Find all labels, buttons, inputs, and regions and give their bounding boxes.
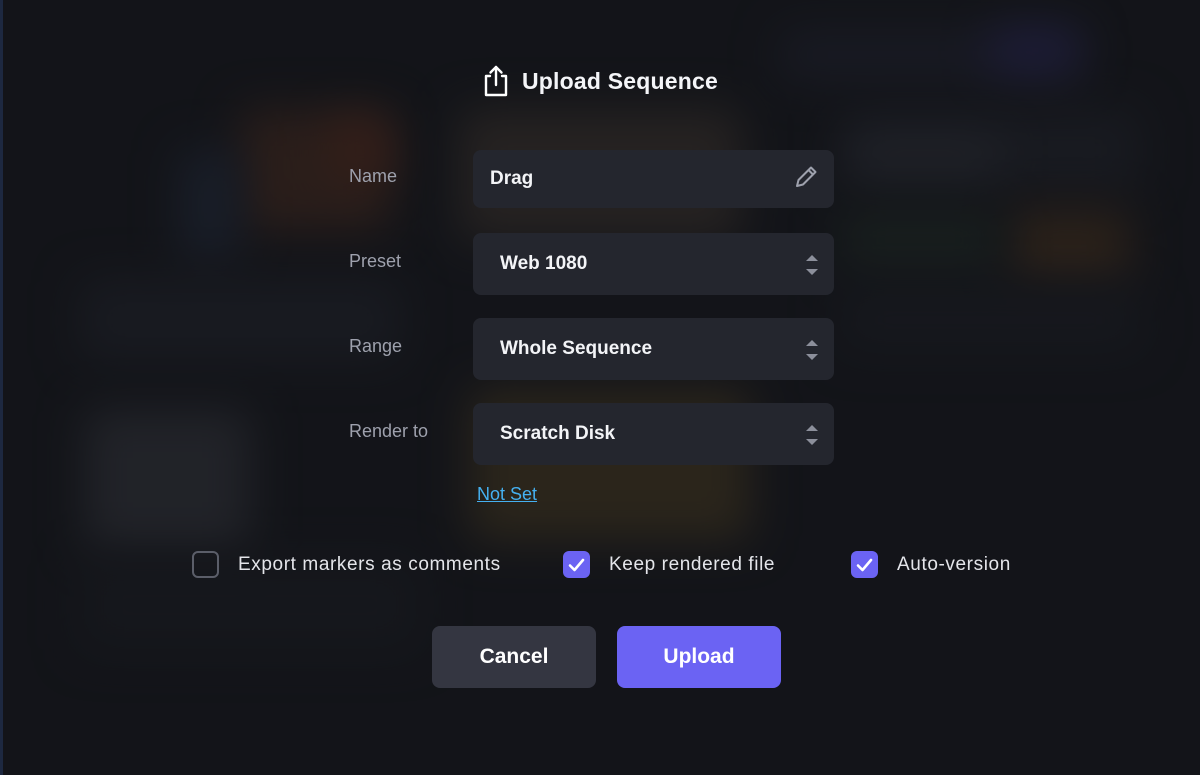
name-value[interactable]: Drag — [490, 168, 533, 190]
updown-chevron-icon — [806, 340, 818, 360]
preset-select[interactable]: Web 1080 — [473, 233, 834, 295]
export-markers-option[interactable]: Export markers as comments — [192, 551, 501, 578]
cancel-button[interactable]: Cancel — [432, 626, 596, 688]
keep-rendered-checkbox[interactable] — [563, 551, 590, 578]
pencil-edit-icon[interactable] — [792, 163, 820, 191]
auto-version-label[interactable]: Auto-version — [897, 554, 1011, 576]
render-to-label: Render to — [349, 421, 429, 441]
preset-value: Web 1080 — [500, 253, 588, 274]
render-to-value: Scratch Disk — [500, 423, 616, 444]
export-markers-checkbox[interactable] — [192, 551, 219, 578]
keep-rendered-option[interactable]: Keep rendered file — [563, 551, 775, 578]
render-to-select[interactable]: Scratch Disk — [473, 403, 834, 465]
checkmark-icon — [568, 558, 585, 571]
share-upload-icon — [484, 65, 508, 97]
upload-button[interactable]: Upload — [617, 626, 781, 688]
range-select[interactable]: Whole Sequence — [473, 318, 834, 380]
range-value: Whole Sequence — [500, 338, 653, 359]
checkmark-icon — [856, 558, 873, 571]
name-field[interactable]: Drag — [473, 150, 834, 208]
export-markers-label[interactable]: Export markers as comments — [238, 554, 501, 576]
updown-chevron-icon — [806, 255, 818, 275]
dialog-title: Upload Sequence — [522, 67, 718, 94]
preset-label: Preset — [349, 251, 402, 271]
auto-version-option[interactable]: Auto-version — [851, 551, 1011, 578]
range-label: Range — [349, 336, 403, 356]
keep-rendered-label[interactable]: Keep rendered file — [609, 554, 775, 576]
updown-chevron-icon — [806, 425, 818, 445]
upload-sequence-dialog: Upload Sequence Name Drag Preset Web 108… — [0, 0, 1200, 775]
dialog-header: Upload Sequence — [0, 64, 1200, 98]
name-label: Name — [349, 166, 398, 186]
auto-version-checkbox[interactable] — [851, 551, 878, 578]
not-set-link[interactable]: Not Set — [477, 484, 537, 505]
